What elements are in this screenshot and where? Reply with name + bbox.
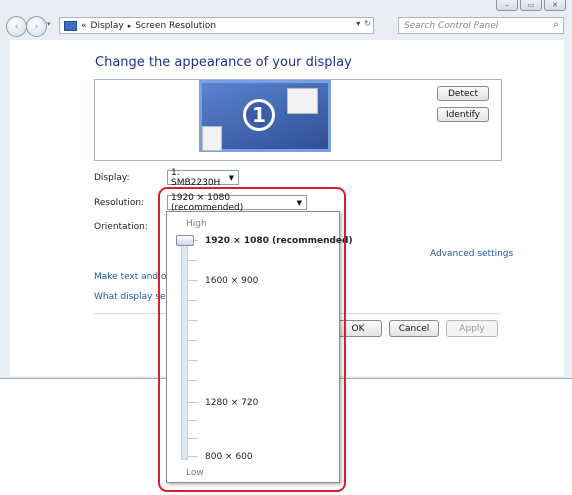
- monitor-number-badge: 1: [243, 99, 275, 131]
- forward-arrow-icon: ›: [34, 21, 39, 32]
- breadcrumb-display[interactable]: Display: [91, 21, 124, 31]
- resolution-label: Resolution:: [94, 198, 145, 208]
- recent-pages-dropdown[interactable]: ▾: [47, 20, 51, 28]
- address-dropdown-icon[interactable]: ▾: [356, 19, 360, 28]
- window-thumbnail-icon: [202, 126, 222, 151]
- breadcrumb-arrow-icon: ▸: [127, 21, 132, 30]
- search-box[interactable]: Search Control Panel ⌕: [398, 17, 564, 34]
- minimize-button[interactable]: –: [496, 0, 518, 11]
- page-title: Change the appearance of your display: [95, 55, 352, 70]
- navigation-bar: ‹ › ▾ « Display ▸ Screen Resolution ▾ ↻ …: [4, 14, 568, 38]
- address-bar[interactable]: « Display ▸ Screen Resolution ▾ ↻: [59, 17, 374, 34]
- display-select[interactable]: 1. SMB2230H ▼: [167, 167, 239, 188]
- refresh-icon[interactable]: ↻: [364, 19, 371, 28]
- display-control-panel-icon: [64, 20, 77, 31]
- back-button[interactable]: ‹: [6, 16, 27, 37]
- display-label: Display:: [94, 173, 130, 183]
- maximize-button[interactable]: ▭: [520, 0, 542, 11]
- forward-button[interactable]: ›: [26, 16, 47, 37]
- identify-button[interactable]: Identify: [437, 107, 489, 122]
- highlight-annotation: [158, 187, 346, 492]
- search-placeholder: Search Control Panel: [404, 20, 499, 31]
- back-arrow-icon: ‹: [14, 21, 19, 32]
- close-button[interactable]: ✕: [544, 0, 566, 11]
- search-icon[interactable]: ⌕: [553, 19, 559, 30]
- detect-button[interactable]: Detect: [437, 86, 489, 101]
- breadcrumb-separator: «: [81, 20, 87, 31]
- chevron-down-icon: ▼: [228, 173, 234, 182]
- apply-button: Apply: [446, 320, 498, 337]
- window-thumbnail-icon: [287, 88, 318, 114]
- orientation-label: Orientation:: [94, 222, 148, 232]
- cancel-button[interactable]: Cancel: [389, 320, 439, 337]
- breadcrumb-screen-resolution[interactable]: Screen Resolution: [135, 21, 216, 31]
- display-select-value: 1. SMB2230H: [171, 167, 221, 188]
- caption-buttons: – ▭ ✕: [496, 0, 566, 11]
- advanced-settings-link[interactable]: Advanced settings: [430, 249, 513, 259]
